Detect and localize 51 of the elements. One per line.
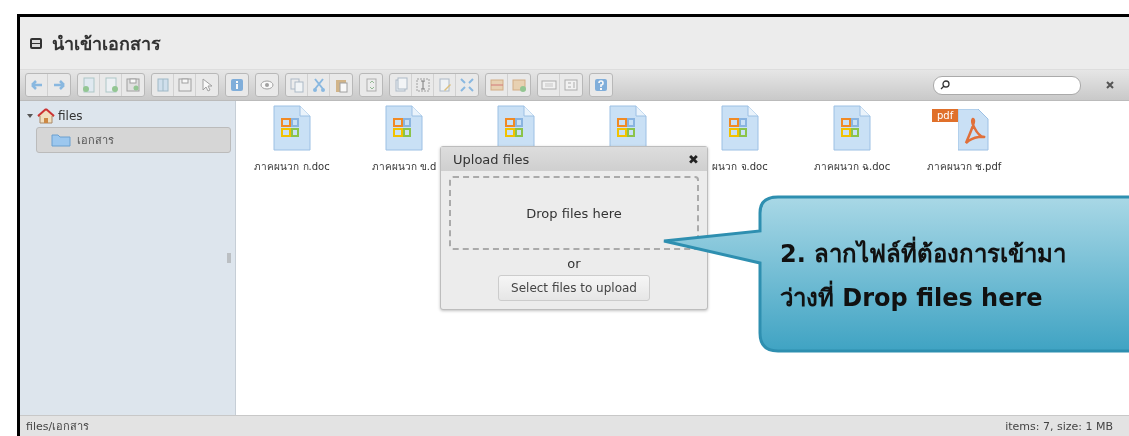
page-icon xyxy=(363,77,379,93)
cabinet-icon xyxy=(28,35,44,51)
dialog-title: Upload files xyxy=(453,151,530,167)
search-icon xyxy=(940,80,950,90)
house-icon xyxy=(37,107,55,125)
grid-icon xyxy=(540,77,557,93)
file-name[interactable]: ภาคผนวก ช.pdf xyxy=(926,159,1002,174)
eye-icon xyxy=(259,77,275,93)
page-icon xyxy=(80,77,97,93)
page-icon xyxy=(102,77,119,93)
callout-text: 2. ลากไฟล์ที่ต้องการเข้ามา ว่างที่ Drop files here xyxy=(780,232,1067,320)
floppy-icon xyxy=(125,77,141,93)
close-button[interactable]: ✖ xyxy=(688,151,699,167)
view-button[interactable] xyxy=(538,74,560,96)
help-icon xyxy=(593,77,609,93)
page-icon xyxy=(154,77,171,93)
sort-icon xyxy=(563,77,579,93)
status-path: files/เอกสาร xyxy=(26,419,90,435)
box-icon xyxy=(511,77,527,93)
select-files-button[interactable]: Select files to upload xyxy=(498,275,650,301)
caret-icon xyxy=(26,112,34,120)
or-label: or xyxy=(567,256,581,271)
file-name[interactable]: ผนวก จ.doc xyxy=(712,159,768,174)
search-field[interactable] xyxy=(933,75,1081,95)
clipboard-icon xyxy=(333,77,349,93)
pdf-icon[interactable] xyxy=(958,109,989,151)
document-icon[interactable] xyxy=(272,105,312,151)
file-name[interactable]: ภาคผนวก ก.doc xyxy=(254,159,330,174)
document-icon[interactable] xyxy=(384,105,424,151)
status-summary: items: 7, size: 1 MB xyxy=(1005,419,1113,433)
document-icon[interactable] xyxy=(832,105,872,151)
window-title: นำเข้าเอกสาร xyxy=(52,31,161,56)
cursor-icon xyxy=(199,77,215,93)
folder-icon xyxy=(51,133,71,147)
scissors-icon xyxy=(310,77,327,93)
box-icon xyxy=(488,77,505,93)
floppy-icon xyxy=(176,77,193,93)
file-type-badge: pdf xyxy=(932,109,959,122)
info-icon xyxy=(229,77,245,93)
tree-item[interactable]: เอกสาร xyxy=(36,127,231,153)
document-icon[interactable] xyxy=(720,105,760,151)
pencil-icon xyxy=(436,77,453,93)
file-name[interactable]: ภาคผนวก ข.d xyxy=(371,159,437,174)
file-name[interactable]: ภาคผนวก ฉ.doc xyxy=(813,159,891,174)
text-cursor-icon xyxy=(414,77,431,93)
copy-icon xyxy=(288,77,305,93)
tree-item[interactable]: files xyxy=(24,107,231,125)
resize-grip-icon[interactable] xyxy=(227,253,231,263)
close-icon[interactable] xyxy=(1105,80,1115,90)
arrows-icon xyxy=(459,77,475,93)
copy-icon xyxy=(392,77,409,93)
